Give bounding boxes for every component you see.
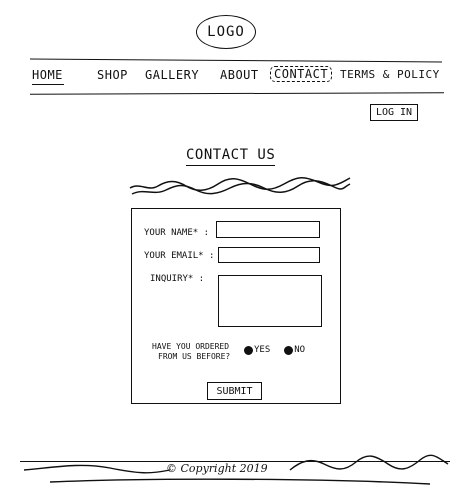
nav-item-gallery[interactable]: GALLERY — [145, 68, 199, 82]
footer-copyright: © Copyright 2019 — [166, 462, 268, 475]
logo[interactable]: LOGO — [196, 15, 256, 49]
radio-yes-circle[interactable] — [244, 345, 253, 355]
nav-item-shop[interactable]: SHOP — [97, 68, 128, 82]
nav-item-terms-policy[interactable]: TERMS & POLICY — [340, 68, 440, 81]
page: LOGO HOME SHOP GALLERY ABOUT CONTACT TER… — [0, 0, 475, 496]
title-squiggle-divider — [129, 177, 351, 195]
page-title: CONTACT US — [186, 147, 276, 166]
nav-item-contact[interactable]: CONTACT — [270, 66, 333, 82]
radio-yes[interactable]: YES — [244, 345, 270, 355]
inquiry-textarea[interactable] — [218, 275, 322, 327]
email-input[interactable] — [218, 247, 320, 263]
main-nav: HOME SHOP GALLERY ABOUT CONTACT TERMS & … — [30, 66, 442, 90]
nav-top-divider — [30, 58, 442, 63]
nav-bottom-divider — [29, 92, 445, 95]
submit-button[interactable]: SUBMIT — [207, 382, 262, 400]
name-input[interactable] — [216, 221, 320, 238]
radio-no-circle[interactable] — [284, 345, 294, 355]
home-underline — [32, 84, 64, 85]
logo-text: LOGO — [207, 24, 245, 40]
email-label: YOUR EMAIL* : — [144, 251, 215, 261]
ordered-question-line2: FROM US BEFORE? — [158, 352, 231, 361]
name-label: YOUR NAME* : — [144, 228, 210, 238]
ordered-question-line1: HAVE YOU ORDERED — [152, 342, 230, 351]
radio-no[interactable]: NO — [284, 345, 305, 355]
inquiry-label: INQUIRY* : — [150, 274, 205, 284]
ordered-before-radio-group: YES NO — [244, 345, 305, 355]
radio-yes-label: YES — [254, 345, 271, 355]
login-button[interactable]: LOG IN — [370, 104, 418, 121]
radio-no-label: NO — [294, 345, 306, 355]
nav-item-home[interactable]: HOME — [32, 68, 63, 82]
nav-item-about[interactable]: ABOUT — [220, 68, 259, 82]
contact-form: YOUR NAME* : YOUR EMAIL* : INQUIRY* : HA… — [131, 208, 341, 404]
